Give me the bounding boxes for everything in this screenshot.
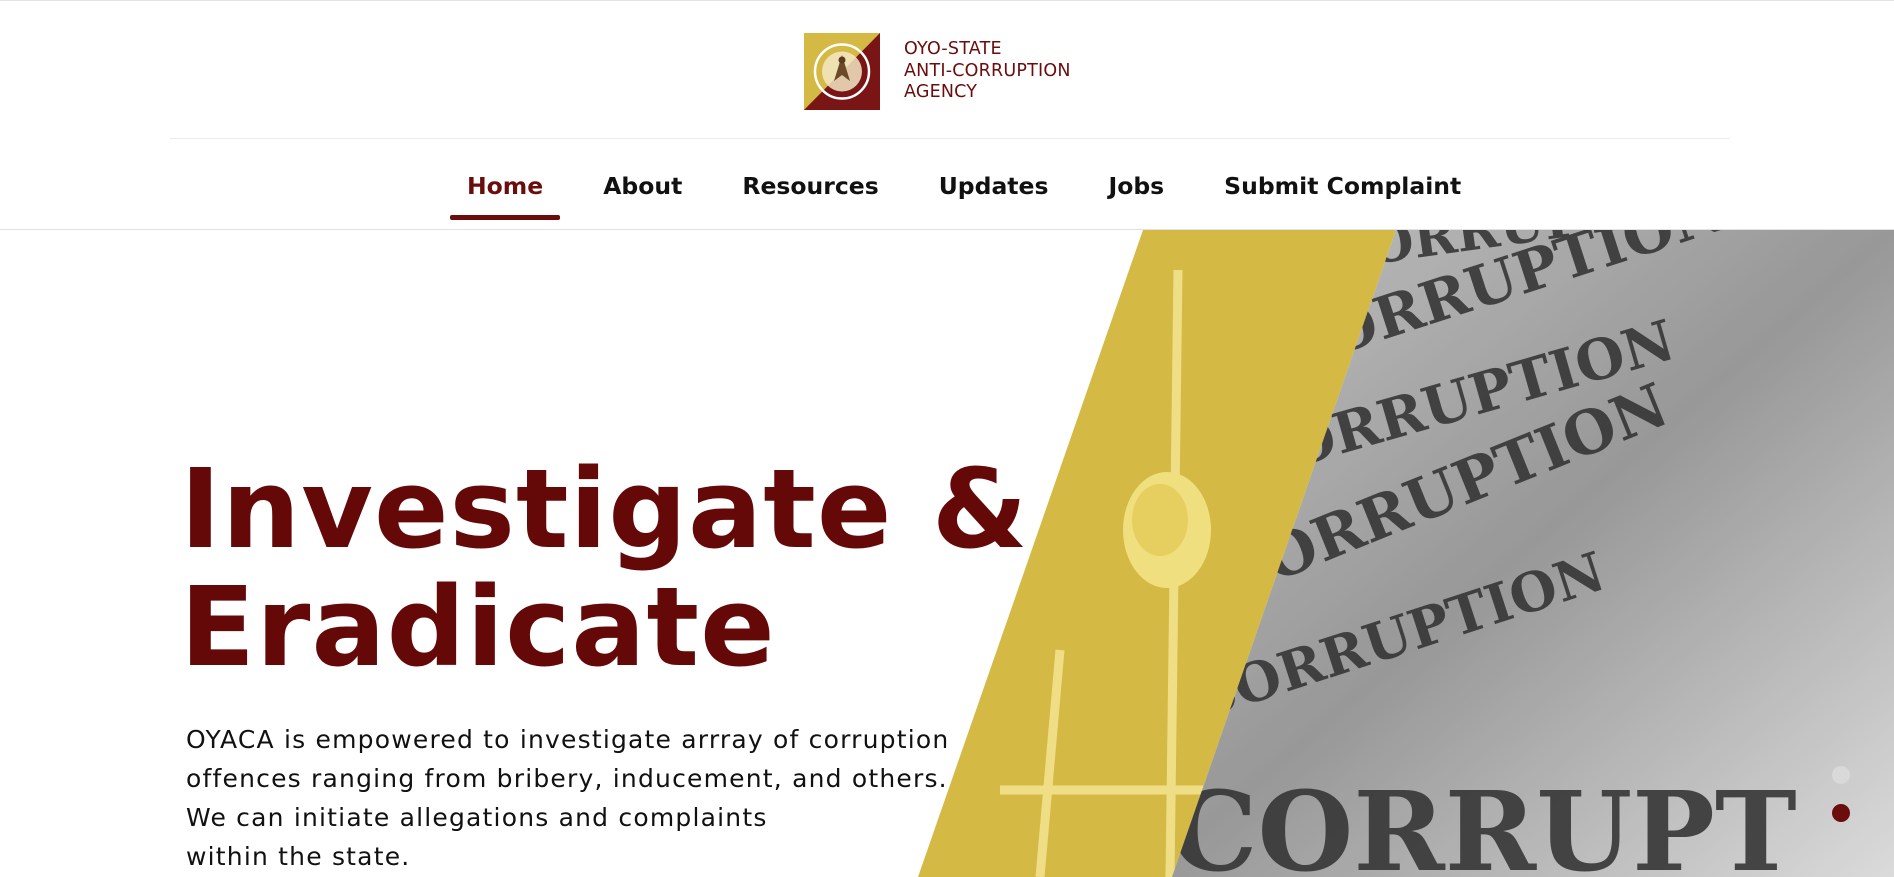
hero-desc-line: within the state. [186, 842, 411, 871]
header-divider [170, 138, 1730, 139]
nav-item-about[interactable]: About [586, 158, 699, 220]
logo-line: AGENCY [904, 82, 978, 103]
site-logo[interactable]: OYO-STATE ANTI-CORRUPTION AGENCY [804, 33, 1071, 110]
slide-dot-2[interactable] [1832, 804, 1850, 822]
top-border [0, 0, 1894, 1]
nav-item-label: Jobs [1108, 172, 1165, 200]
hero-title-line: Investigate & [180, 445, 1029, 573]
hero-title-line: Eradicate [180, 563, 776, 691]
slide-dot-1[interactable] [1832, 766, 1850, 784]
nav-item-label: Submit Complaint [1224, 172, 1462, 200]
logo-text: OYO-STATE ANTI-CORRUPTION AGENCY [904, 39, 1071, 104]
nav-item-resources[interactable]: Resources [725, 158, 895, 220]
hero-description: OYACA is empowered to investigate arrray… [186, 720, 949, 876]
nav-item-submit-complaint[interactable]: Submit Complaint [1207, 158, 1478, 220]
hero-desc-line: We can initiate allegations and complain… [186, 803, 768, 832]
hero-section: CORRUPTION CORRUPTION CORRUPTION CORRUPT… [0, 230, 1894, 877]
nav-item-label: Updates [938, 172, 1049, 200]
nav-item-jobs[interactable]: Jobs [1091, 158, 1181, 220]
active-indicator [450, 215, 561, 220]
main-nav: Home About Resources Updates Jobs Submit… [450, 158, 1504, 220]
nav-item-label: Home [467, 172, 544, 200]
nav-item-label: Resources [742, 172, 879, 200]
logo-line: ANTI-CORRUPTION [904, 60, 1071, 81]
slider-dots [1832, 766, 1850, 842]
nav-item-updates[interactable]: Updates [922, 158, 1066, 220]
hero-desc-line: OYACA is empowered to investigate arrray… [186, 725, 950, 754]
agency-seal-icon [804, 33, 880, 110]
nav-item-home[interactable]: Home [450, 158, 561, 220]
hero-title: Investigate & Eradicate [180, 450, 1029, 686]
hero-desc-line: offences ranging from bribery, inducemen… [186, 764, 948, 793]
logo-line: OYO-STATE [904, 39, 1002, 60]
nav-item-label: About [603, 172, 683, 200]
